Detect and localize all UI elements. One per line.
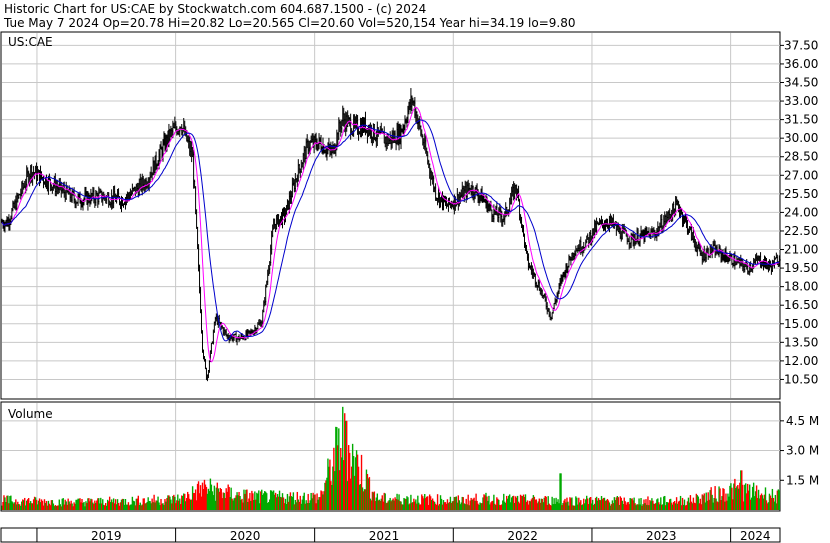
year-label: 2020: [230, 529, 261, 543]
price-tick-label: 15.00: [784, 317, 818, 331]
price-tick-label: 22.50: [784, 224, 818, 238]
price-tick-label: 16.50: [784, 298, 818, 312]
price-tick-label: 21.00: [784, 243, 818, 257]
price-tick-label: 37.50: [784, 38, 818, 52]
price-tick-label: 10.50: [784, 372, 818, 386]
symbol-label: US:CAE: [8, 35, 53, 49]
price-tick-label: 28.50: [784, 150, 818, 164]
chart-canvas: Historic Chart for US:CAE by Stockwatch.…: [0, 2, 819, 543]
price-tick-label: 30.00: [784, 131, 818, 145]
price-tick-label: 24.00: [784, 205, 818, 219]
price-tick-label: 31.50: [784, 113, 818, 127]
year-label: 2024: [740, 529, 771, 543]
volume-tick-label: 4.5 M: [786, 414, 819, 428]
volume-axis: 1.5 M 3.0 M 4.5 M: [780, 414, 819, 487]
price-panel-frame: [0, 31, 781, 400]
price-axis: 10.50 12.00 13.50 15.00 16.50 18.00 19.50 21.00…: [780, 38, 818, 386]
price-tick-label: 34.50: [784, 75, 818, 89]
year-label: 2021: [369, 529, 400, 543]
volume-label: Volume: [8, 407, 53, 421]
price-tick-label: 27.00: [784, 168, 818, 182]
chart-header-title: Historic Chart for US:CAE by Stockwatch.…: [4, 2, 426, 16]
price-tick-label: 25.50: [784, 187, 818, 201]
year-label: 2022: [507, 529, 538, 543]
volume-tick-label: 1.5 M: [786, 473, 819, 487]
stock-chart: Historic Chart for US:CAE by Stockwatch.…: [0, 0, 830, 543]
price-tick-label: 18.00: [784, 280, 818, 294]
price-tick-label: 12.00: [784, 354, 818, 368]
price-tick-label: 19.50: [784, 261, 818, 275]
price-tick-label: 33.00: [784, 94, 818, 108]
chart-header-quote: Tue May 7 2024 Op=20.78 Hi=20.82 Lo=20.5…: [3, 16, 576, 30]
year-label: 2023: [646, 529, 677, 543]
price-tick-label: 13.50: [784, 335, 818, 349]
volume-panel-frame: [0, 401, 781, 512]
year-label: 2019: [91, 529, 122, 543]
volume-tick-label: 3.0 M: [786, 444, 819, 458]
price-tick-label: 36.00: [784, 57, 818, 71]
